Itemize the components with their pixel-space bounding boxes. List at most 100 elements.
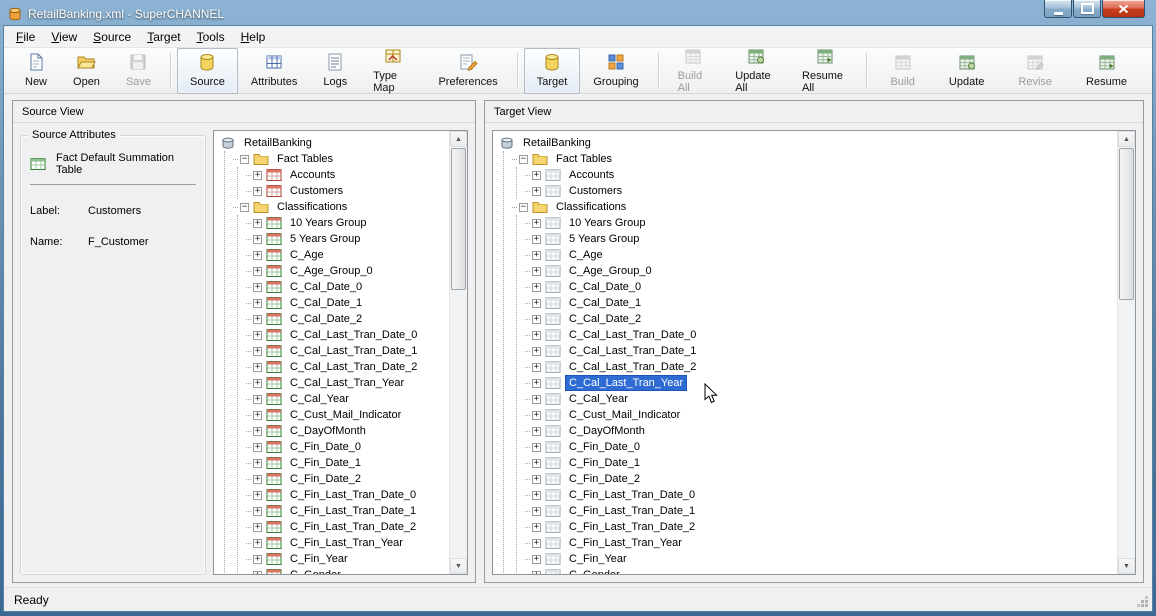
expand-icon[interactable]: +	[532, 427, 541, 436]
tree-item-c-age[interactable]: +C_Age	[246, 247, 449, 263]
tree-item-c-cust-mail-indicator[interactable]: + C_Cust_Mail_Indicator	[525, 407, 1117, 423]
collapse-icon[interactable]: −	[240, 203, 249, 212]
expand-icon[interactable]: +	[253, 411, 262, 420]
tree-item-label[interactable]: Fact Tables	[552, 151, 616, 167]
tree-item-label[interactable]: C_Fin_Date_0	[565, 439, 644, 455]
tree-item-label[interactable]: C_Cal_Date_1	[286, 295, 366, 311]
expand-icon[interactable]: +	[532, 251, 541, 260]
expand-icon[interactable]: +	[253, 539, 262, 548]
tree-item-label[interactable]: C_Fin_Last_Tran_Date_1	[565, 503, 699, 519]
expand-icon[interactable]: +	[253, 443, 262, 452]
tree-item-c-cal-date-0[interactable]: +C_Cal_Date_0	[246, 279, 449, 295]
scroll-up-icon[interactable]: ▲	[1118, 131, 1135, 147]
tree-item-c-fin-year[interactable]: +C_Fin_Year	[525, 551, 1117, 567]
menu-file[interactable]: File	[8, 28, 43, 46]
expand-icon[interactable]: +	[253, 171, 262, 180]
expand-icon[interactable]: +	[253, 267, 262, 276]
tree-item-label[interactable]: C_Fin_Last_Tran_Year	[565, 535, 686, 551]
tree-item-label[interactable]: C_Fin_Last_Tran_Date_1	[286, 503, 420, 519]
tree-item-c-fin-year[interactable]: +C_Fin_Year	[246, 551, 449, 567]
expand-icon[interactable]: +	[253, 459, 262, 468]
expand-icon[interactable]: +	[532, 363, 541, 372]
source-button[interactable]: Source	[177, 48, 238, 94]
tree-item-c-gender[interactable]: +C_Gender	[525, 567, 1117, 574]
expand-icon[interactable]: +	[253, 299, 262, 308]
tree-item-c-cal-date-2[interactable]: +C_Cal_Date_2	[525, 311, 1117, 327]
tree-item-c-age-group-0[interactable]: +C_Age_Group_0	[525, 263, 1117, 279]
tree-item-c-cal-date-0[interactable]: + C_Cal_Date_0	[525, 279, 1117, 295]
tree-item-c-cal-date-1[interactable]: +C_Cal_Date_1	[525, 295, 1117, 311]
expand-icon[interactable]: +	[532, 171, 541, 180]
expand-icon[interactable]: +	[253, 395, 262, 404]
scroll-up-icon[interactable]: ▲	[450, 131, 467, 147]
expand-icon[interactable]: +	[253, 427, 262, 436]
tree-item-label[interactable]: C_Cal_Date_0	[565, 279, 645, 295]
tree-item-label[interactable]: C_Fin_Date_0	[286, 439, 365, 455]
tree-item-fact-tables[interactable]: − Fact Tables	[512, 151, 1117, 167]
expand-icon[interactable]: +	[532, 235, 541, 244]
tree-item-c-cal-date-2[interactable]: +C_Cal_Date_2	[246, 311, 449, 327]
tree-item-label[interactable]: C_Cal_Year	[286, 391, 353, 407]
scroll-track[interactable]	[450, 147, 467, 558]
tree-item-c-fin-last-tran-date-1[interactable]: +C_Fin_Last_Tran_Date_1	[525, 503, 1117, 519]
expand-icon[interactable]: +	[532, 411, 541, 420]
preferences-button[interactable]: Preferences	[425, 48, 510, 94]
expand-icon[interactable]: +	[532, 283, 541, 292]
tree-item-label[interactable]: 5 Years Group	[565, 231, 643, 247]
tree-item-label[interactable]: C_Cal_Last_Tran_Date_2	[286, 359, 421, 375]
tree-item-accounts[interactable]: +Accounts	[525, 167, 1117, 183]
menu-target[interactable]: Target	[139, 28, 188, 46]
logs-button[interactable]: Logs	[310, 48, 360, 94]
menu-help[interactable]: Help	[233, 28, 274, 46]
tree-item-c-fin-date-2[interactable]: +C_Fin_Date_2	[525, 471, 1117, 487]
expand-icon[interactable]: +	[253, 475, 262, 484]
title-bar[interactable]: RetailBanking.xml - SuperCHANNEL	[3, 0, 1153, 25]
tree-item-c-cust-mail-indicator[interactable]: +C_Cust_Mail_Indicator	[246, 407, 449, 423]
scroll-thumb[interactable]	[1119, 148, 1134, 300]
menu-view[interactable]: View	[43, 28, 85, 46]
tree-item-c-cal-last-tran-date-1[interactable]: +C_Cal_Last_Tran_Date_1	[246, 343, 449, 359]
expand-icon[interactable]: +	[532, 395, 541, 404]
tree-item-c-cal-year[interactable]: +C_Cal_Year	[525, 391, 1117, 407]
tree-item-label[interactable]: C_Gender	[565, 567, 624, 574]
tree-item-customers[interactable]: +Customers	[246, 183, 449, 199]
tree-item-c-cal-date-1[interactable]: + C_Cal_Date_1	[246, 295, 449, 311]
tree-item-label[interactable]: C_DayOfMonth	[565, 423, 649, 439]
tree-item-5-years-group[interactable]: +5 Years Group	[246, 231, 449, 247]
menu-source[interactable]: Source	[85, 28, 139, 46]
tree-item-accounts[interactable]: +Accounts	[246, 167, 449, 183]
tree-item-label[interactable]: C_Fin_Year	[565, 551, 631, 567]
expand-icon[interactable]: +	[532, 491, 541, 500]
tree-item-label[interactable]: C_Cal_Date_2	[565, 311, 645, 327]
expand-icon[interactable]: +	[532, 219, 541, 228]
tree-item-c-cal-last-tran-date-0[interactable]: +C_Cal_Last_Tran_Date_0	[525, 327, 1117, 343]
tree-item-c-fin-last-tran-date-2[interactable]: +C_Fin_Last_Tran_Date_2	[246, 519, 449, 535]
tree-item-label[interactable]: RetailBanking	[240, 135, 316, 151]
tree-item-label[interactable]: C_Age	[286, 247, 328, 263]
tree-item-label[interactable]: C_Age_Group_0	[286, 263, 377, 279]
type-map-button[interactable]: Type Map	[360, 42, 425, 100]
expand-icon[interactable]: +	[532, 299, 541, 308]
tree-item-label[interactable]: C_Cust_Mail_Indicator	[565, 407, 684, 423]
expand-icon[interactable]: +	[253, 219, 262, 228]
close-button[interactable]	[1102, 0, 1145, 18]
tree-item-label[interactable]: C_Cal_Date_2	[286, 311, 366, 327]
tree-item-label[interactable]: 10 Years Group	[286, 215, 370, 231]
tree-item-label[interactable]: C_Cal_Last_Tran_Year	[286, 375, 408, 391]
open-button[interactable]: Open	[60, 48, 113, 94]
tree-item-c-cal-last-tran-year[interactable]: +C_Cal_Last_Tran_Year	[525, 375, 1117, 391]
tree-item-c-fin-date-1[interactable]: +C_Fin_Date_1	[525, 455, 1117, 471]
tree-item-label[interactable]: C_Cal_Last_Tran_Date_0	[565, 327, 700, 343]
collapse-icon[interactable]: −	[240, 155, 249, 164]
tree-item-label[interactable]: 5 Years Group	[286, 231, 364, 247]
tree-item-label[interactable]: C_Cal_Last_Tran_Date_1	[565, 343, 700, 359]
collapse-icon[interactable]: −	[519, 155, 528, 164]
tree-item-label[interactable]: C_Fin_Date_1	[286, 455, 365, 471]
expand-icon[interactable]: +	[532, 523, 541, 532]
tree-item-label[interactable]: C_Fin_Last_Tran_Date_2	[565, 519, 699, 535]
expand-icon[interactable]: +	[253, 491, 262, 500]
source-tree-scrollbar[interactable]: ▲ ▼	[449, 131, 467, 574]
resume-button[interactable]: Resume	[1069, 48, 1144, 94]
tree-item-c-cal-year[interactable]: + C_Cal_Year	[246, 391, 449, 407]
tree-item-retailbanking[interactable]: RetailBanking	[220, 135, 449, 151]
